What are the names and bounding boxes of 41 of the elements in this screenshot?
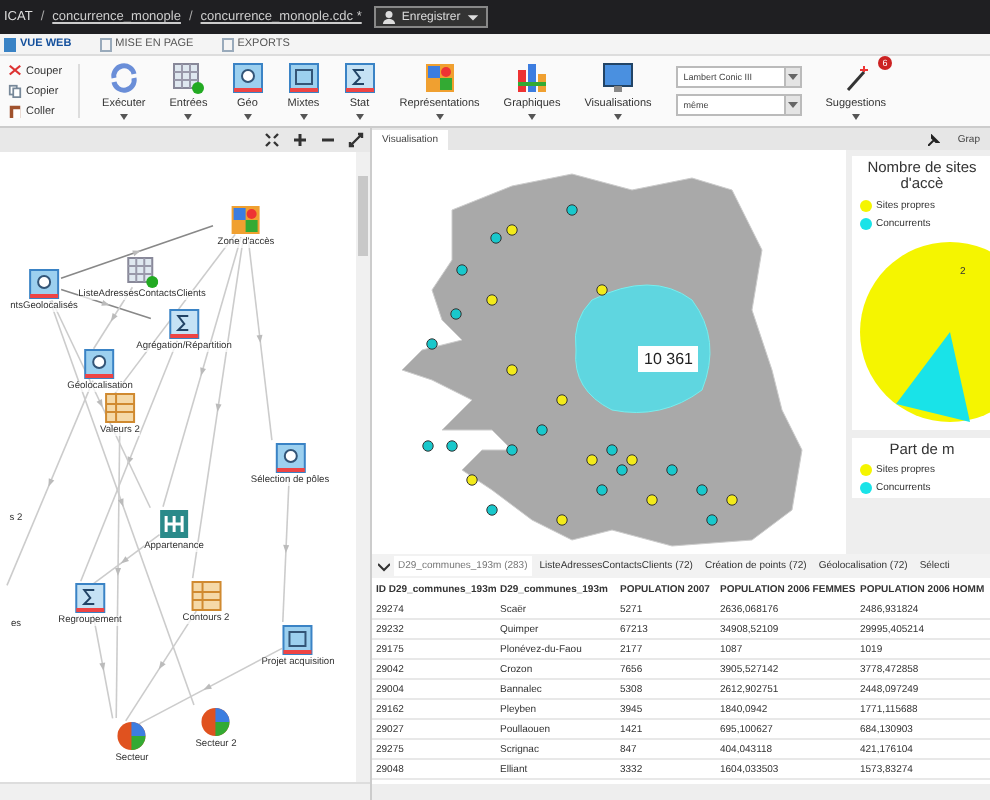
map-icon [423,62,456,94]
user-icon [381,10,396,24]
fit-screen-icon[interactable] [264,132,280,148]
sigma-icon [343,62,376,94]
chevron-down-icon[interactable] [378,561,390,571]
sigma-icon [74,582,106,614]
bar-chart-icon [516,62,549,94]
horizontal-scrollbar[interactable] [0,782,370,800]
caret-icon [787,74,798,80]
expand-icon[interactable] [348,132,364,148]
horizontal-scrollbar[interactable] [372,784,990,800]
caret-icon [299,114,308,120]
map-icon [230,204,262,236]
pin-icon[interactable] [927,134,940,146]
scissors-icon [8,64,22,78]
vertical-scrollbar[interactable] [356,152,370,782]
grid-icon [104,392,136,424]
caret-icon [528,114,537,120]
zoom-in-icon[interactable] [292,132,308,148]
caret-icon [614,114,622,120]
copy-icon [8,84,22,98]
grid-icon [282,624,314,656]
pie-chart-icon [116,720,148,752]
caret-icon [466,10,481,24]
grid-icon [190,580,222,612]
caret-icon [243,114,252,120]
area-value-label: 10 361 [638,346,699,372]
table-icon [126,256,158,288]
caret-icon [119,114,128,120]
hierarchy-icon [158,508,190,540]
sigma-icon [168,308,200,340]
caret-icon [184,114,193,120]
caret-icon [787,102,798,108]
monitor-icon [602,62,634,94]
grid-icon [287,62,320,94]
caret-icon [851,114,860,120]
table-icon [172,62,205,94]
caret-icon [435,114,444,120]
caret-icon [355,114,364,120]
pie-chart-icon [200,706,232,738]
refresh-icon [107,62,140,94]
